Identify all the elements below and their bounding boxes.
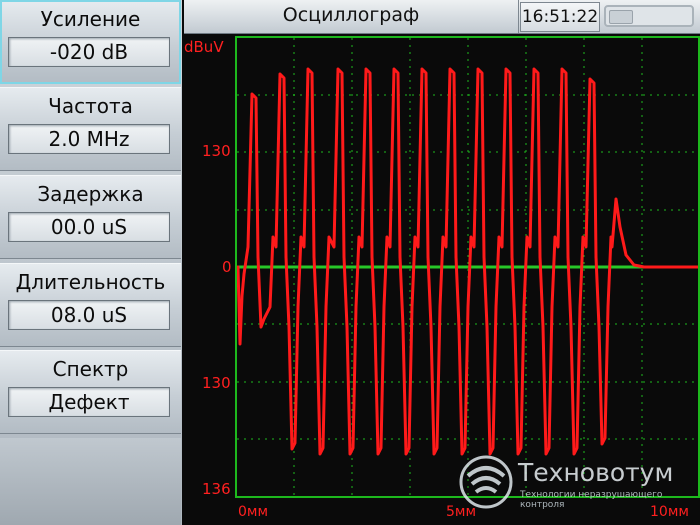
clock: 16:51:22 — [520, 2, 600, 32]
duration-label: Длительность — [15, 270, 166, 294]
gain-control[interactable]: Усиление -020 dB — [0, 0, 181, 84]
frequency-control[interactable]: Частота 2.0 MHz — [0, 87, 181, 171]
control-panel: Усиление -020 dB Частота 2.0 MHz Задержк… — [0, 0, 182, 525]
y-tick-label: 136 — [202, 480, 231, 498]
brand-logo-icon — [459, 455, 513, 509]
duration-value[interactable]: 08.0 uS — [8, 300, 170, 330]
battery-icon — [604, 5, 694, 27]
frequency-label: Частота — [48, 94, 133, 118]
frequency-value[interactable]: 2.0 MHz — [8, 124, 170, 154]
gain-value[interactable]: -020 dB — [8, 37, 170, 67]
delay-control[interactable]: Задержка 00.0 uS — [0, 175, 181, 259]
app-title: Осциллограф — [184, 0, 519, 33]
x-tick-label: 0мм — [238, 504, 269, 520]
gain-label: Усиление — [40, 7, 141, 31]
spectrum-control[interactable]: Спектр Дефект — [0, 350, 181, 434]
delay-value[interactable]: 00.0 uS — [8, 212, 170, 242]
spectrum-label: Спектр — [52, 357, 129, 381]
y-tick-label: 130 — [202, 374, 231, 392]
delay-label: Задержка — [37, 182, 144, 206]
brand-tagline: Технологии неразрушающего контроля — [520, 490, 663, 510]
y-tick-label: 0 — [222, 258, 232, 276]
panel-empty-slot — [0, 438, 181, 525]
spectrum-value[interactable]: Дефект — [8, 387, 170, 417]
y-tick-label: 130 — [202, 142, 231, 160]
brand-watermark: Техновотум Технологии неразрушающего кон… — [458, 452, 698, 512]
y-unit-label: dBuV — [184, 38, 224, 56]
duration-control[interactable]: Длительность 08.0 uS — [0, 263, 181, 347]
brand-name: Техновотум — [518, 458, 674, 487]
top-bar: Осциллограф 16:51:22 — [184, 0, 700, 34]
